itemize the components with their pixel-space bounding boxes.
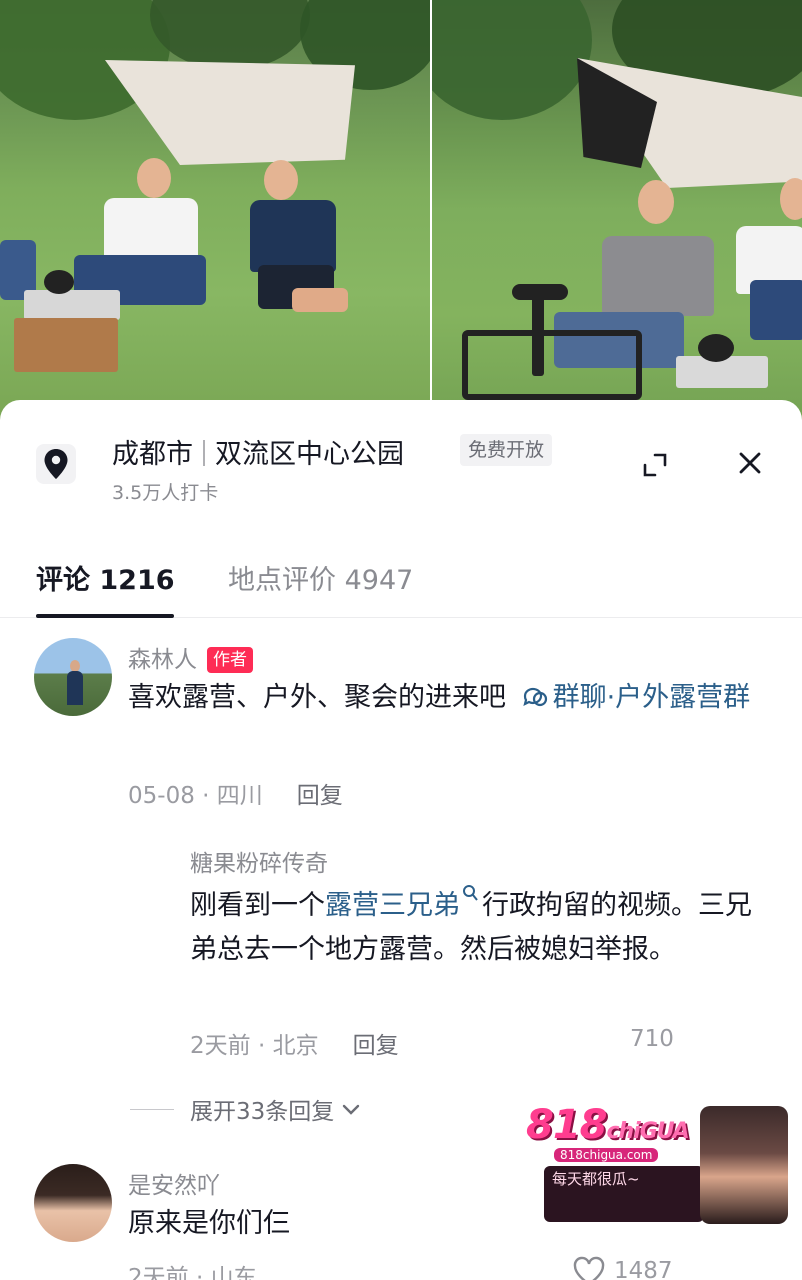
comment-meta: 2天前 · 北京 回复 bbox=[190, 1033, 399, 1059]
comment-text: 原来是你们仨 bbox=[128, 1208, 290, 1239]
tab-comments[interactable]: 评论 1216 bbox=[36, 558, 175, 597]
divider-line bbox=[130, 1108, 174, 1110]
photo-right bbox=[432, 0, 802, 420]
tab-place-reviews[interactable]: 地点评价 4947 bbox=[228, 558, 413, 597]
reply-button[interactable]: 回复 bbox=[297, 783, 343, 809]
heart-icon bbox=[573, 1256, 605, 1280]
active-tab-indicator bbox=[36, 614, 174, 618]
title-divider bbox=[203, 440, 205, 466]
like-button[interactable]: 1487 bbox=[572, 1256, 673, 1280]
video-preview-photos[interactable] bbox=[0, 0, 802, 420]
watermark-ad[interactable]: 818chiGUA 818chigua.com 每天都很瓜~ bbox=[524, 1100, 790, 1228]
group-chat-icon bbox=[522, 687, 547, 707]
reply-button[interactable]: 回复 bbox=[353, 1033, 399, 1059]
comment-text: 喜欢露营、户外、聚会的进来吧 群聊·户外露营群 bbox=[128, 682, 751, 713]
tab-bar: 评论 1216 地点评价 4947 bbox=[0, 540, 802, 618]
checkin-count: 3.5万人打卡 bbox=[112, 482, 219, 504]
group-chat-link[interactable]: 群聊·户外露营群 bbox=[515, 682, 750, 713]
comment-username[interactable]: 森林人 作者 bbox=[128, 640, 253, 674]
chevron-down-icon bbox=[343, 1104, 360, 1115]
avatar[interactable] bbox=[34, 638, 112, 716]
comment-username[interactable]: 是安然吖 bbox=[128, 1166, 220, 1200]
author-tag: 作者 bbox=[207, 647, 253, 673]
location-city: 成都市 bbox=[112, 439, 193, 470]
ad-slogan: 每天都很瓜~ bbox=[552, 1170, 640, 1188]
comment-username[interactable]: 糖果粉碎传奇 bbox=[190, 844, 328, 878]
comment-reply-item: 糖果粉碎传奇 刚看到一个露营三兄弟 行政拘留的视频。三兄弟总去一个地方露营。然后被… bbox=[0, 840, 802, 1080]
location-pin-icon bbox=[36, 444, 76, 484]
location-title[interactable]: 成都市 双流区中心公园 bbox=[112, 432, 404, 471]
free-admission-badge: 免费开放 bbox=[460, 434, 553, 466]
comment-text: 刚看到一个露营三兄弟 行政拘留的视频。三兄弟总去一个地方露营。然后被媳妇举报。 bbox=[190, 884, 770, 972]
avatar[interactable] bbox=[34, 1164, 112, 1242]
ad-url: 818chigua.com bbox=[554, 1148, 659, 1162]
expand-replies-button[interactable]: 展开33条回复 bbox=[130, 1092, 362, 1126]
search-icon bbox=[463, 885, 478, 901]
close-icon[interactable] bbox=[735, 448, 765, 478]
comment-meta: 05-08 · 四川 回复 bbox=[128, 783, 343, 809]
location-header[interactable]: 成都市 双流区中心公园 免费开放 3.5万人打卡 bbox=[0, 430, 802, 510]
location-place: 双流区中心公园 bbox=[215, 439, 404, 470]
like-count: 1487 bbox=[614, 1258, 673, 1280]
like-count[interactable]: 710 bbox=[630, 1026, 674, 1052]
photo-left bbox=[0, 0, 430, 420]
comment-item: 森林人 作者 喜欢露营、户外、聚会的进来吧 群聊·户外露营群 05-08 · 四川… bbox=[0, 636, 802, 809]
ad-logo: 818chiGUA bbox=[526, 1102, 690, 1148]
ad-image bbox=[700, 1106, 788, 1224]
search-keyword-link[interactable]: 露营三兄弟 bbox=[325, 885, 482, 921]
expand-icon[interactable] bbox=[640, 450, 670, 480]
comment-meta: 2天前 · 山东 bbox=[128, 1265, 257, 1280]
